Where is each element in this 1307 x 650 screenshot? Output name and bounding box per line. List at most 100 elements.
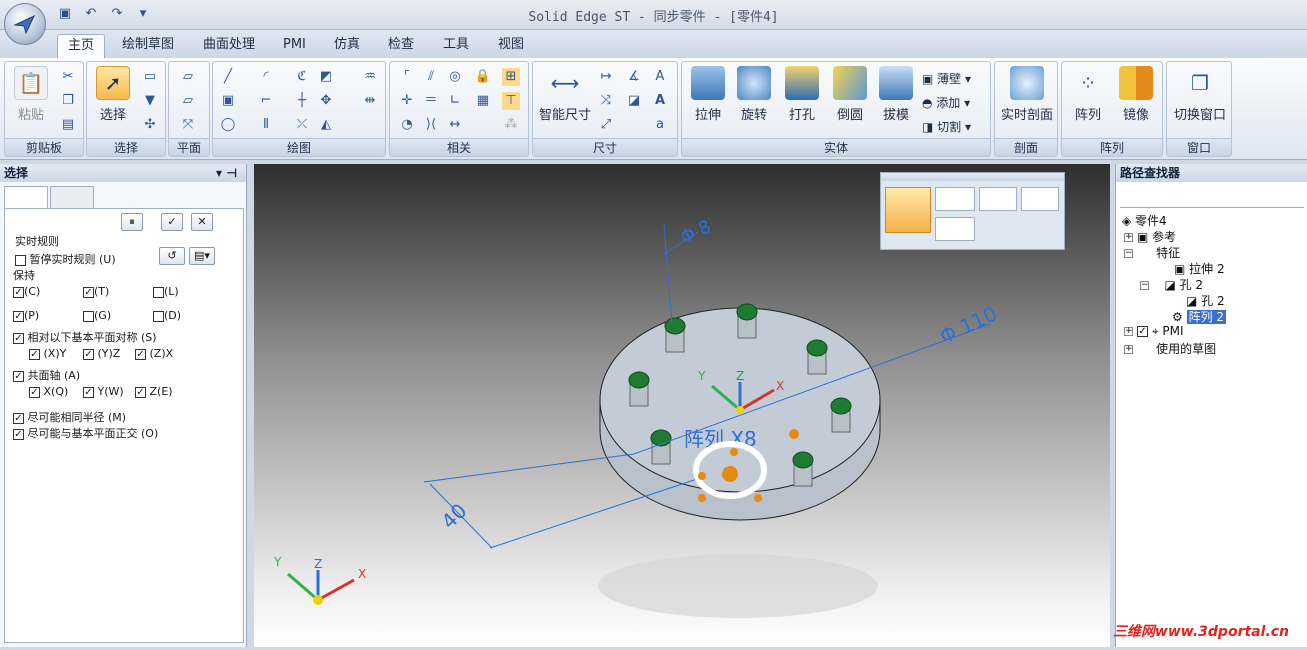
plane-offset-icon[interactable]: ▱ xyxy=(179,92,197,110)
cut-icon[interactable]: ✂ xyxy=(59,68,77,86)
keep-d-checkbox[interactable]: (D) xyxy=(153,309,181,322)
copy-icon[interactable]: ❐ xyxy=(59,92,77,110)
tree-root[interactable]: ◈ 零件4 xyxy=(1122,212,1167,229)
tree-reference[interactable]: + ▣ 参考 xyxy=(1124,228,1176,245)
options-button[interactable]: ▤▾ xyxy=(189,247,215,265)
rectangle-icon[interactable]: ▣ xyxy=(219,92,237,110)
concentric-icon[interactable]: ◎ xyxy=(446,68,464,86)
axis-x-checkbox[interactable]: ✓ X(Q) xyxy=(29,385,68,398)
fill-icon[interactable]: ◩ xyxy=(317,68,335,86)
filter-icon[interactable]: ▼ xyxy=(141,92,159,110)
dim-length-text[interactable]: 40 xyxy=(437,499,472,534)
angle-icon[interactable]: ∡ xyxy=(625,68,643,86)
plane-icon[interactable]: ▱ xyxy=(179,68,197,86)
tree-hole[interactable]: − ◪ 孔 2 xyxy=(1140,276,1203,293)
symmetric-checkbox[interactable]: ✓ 相对以下基本平面对称 (S) xyxy=(13,329,157,345)
keep-l-checkbox[interactable]: (L) xyxy=(153,285,179,298)
dim-diameter-text[interactable]: Φ 110 xyxy=(936,301,1001,348)
offset-icon[interactable]: ⫴ xyxy=(257,116,275,134)
copy-mode-button[interactable] xyxy=(979,187,1017,211)
hole-button[interactable]: 打孔 xyxy=(780,66,824,123)
connect-icon[interactable]: ⌜ xyxy=(398,68,416,86)
pattern-button[interactable]: ⁘ 阵列 xyxy=(1066,66,1110,123)
text-small-icon[interactable]: a xyxy=(651,116,669,134)
command-bar-grip[interactable] xyxy=(881,173,1064,181)
select-button[interactable]: ➚ 选择 xyxy=(91,66,135,123)
chain-dim-icon[interactable]: ⤢ xyxy=(597,116,615,134)
tab-tools[interactable]: 工具 xyxy=(433,34,479,58)
tab-view[interactable]: 视图 xyxy=(488,34,534,58)
fillet-icon[interactable]: ⌐ xyxy=(257,92,275,110)
paste-button[interactable]: 📋 粘贴 xyxy=(9,66,53,123)
smart-dimension-button[interactable]: ⟷ 智能尺寸 xyxy=(537,66,593,123)
revolve-button[interactable]: 旋转 xyxy=(732,66,776,123)
mirror-sketch-icon[interactable]: ◭ xyxy=(317,116,335,134)
horizontal-icon[interactable]: ↔ xyxy=(446,116,464,134)
tab-rules[interactable] xyxy=(4,186,48,208)
tree-pmi[interactable]: + ✓ ⌖ PMI xyxy=(1124,324,1184,339)
axis-z-checkbox[interactable]: ✓ Z(E) xyxy=(135,385,173,398)
coordinate-icon[interactable]: ⤧ xyxy=(179,116,197,134)
distance-icon[interactable]: ↦ xyxy=(597,68,615,86)
draft-button[interactable]: 拔模 xyxy=(874,66,918,123)
keypoint-dropdown[interactable] xyxy=(935,187,975,211)
tree-sketches[interactable]: + 使用的草图 xyxy=(1124,340,1216,357)
keep-p-checkbox[interactable]: ✓(P) xyxy=(13,309,39,322)
select-tool-icon[interactable]: ✣ xyxy=(141,116,159,134)
tab-pmi[interactable]: PMI xyxy=(273,34,316,58)
select-box-icon[interactable]: ▭ xyxy=(141,68,159,86)
panel-pin-icon[interactable]: ▾ ⊣ xyxy=(216,164,237,182)
tree-hole-child[interactable]: ◪ 孔 2 xyxy=(1186,292,1225,309)
equal-icon[interactable]: ＝ xyxy=(422,92,440,110)
move-icon[interactable]: ✥ xyxy=(317,92,335,110)
round-button[interactable]: 倒圆 xyxy=(828,66,872,123)
tab-sketch[interactable]: 绘制草图 xyxy=(112,34,184,58)
add-button[interactable]: ◓ 添加 ▾ xyxy=(922,94,970,111)
arc-icon[interactable]: ◜ xyxy=(257,68,275,86)
extrude-button[interactable]: 拉伸 xyxy=(686,66,730,123)
application-button[interactable] xyxy=(4,3,46,45)
axis-y-checkbox[interactable]: ✓ Y(W) xyxy=(83,385,124,398)
close-button[interactable]: ✕ xyxy=(191,213,213,231)
tab-home[interactable]: 主页 xyxy=(57,34,106,58)
tree-features[interactable]: − 特征 xyxy=(1124,244,1180,261)
live-section-button[interactable]: 实时剖面 xyxy=(997,66,1057,123)
orthogonal-checkbox[interactable]: ✓ 尽可能与基本平面正交 (O) xyxy=(13,425,158,441)
relate-handles-icon[interactable]: ⊤ xyxy=(502,92,520,110)
keep-t-checkbox[interactable]: ✓(T) xyxy=(83,285,109,298)
keep-c-checkbox[interactable]: ✓(C) xyxy=(13,285,40,298)
text-bold-icon[interactable]: A xyxy=(651,92,669,110)
switch-window-button[interactable]: ❐ 切换窗口 xyxy=(1171,66,1229,123)
tree-extrude[interactable]: ▣ 拉伸 2 xyxy=(1174,260,1225,277)
cut-button[interactable]: ◨ 切割 ▾ xyxy=(922,118,971,135)
tab-add[interactable] xyxy=(50,186,94,208)
mirror-button[interactable]: 镜像 xyxy=(1114,66,1158,123)
point-on-icon[interactable]: ✛ xyxy=(398,92,416,110)
pause-rules-checkbox[interactable]: 暂停实时规则 (U) xyxy=(15,251,116,267)
curve-icon[interactable]: ♒ xyxy=(361,68,379,86)
pause-button[interactable]: ⏸ xyxy=(121,213,143,231)
circle-icon[interactable]: ◯ xyxy=(219,116,237,134)
line-icon[interactable]: ╱ xyxy=(219,68,237,86)
same-radius-checkbox[interactable]: ✓ 尽可能相同半径 (M) xyxy=(13,409,126,425)
maintain-icon[interactable]: ⁂ xyxy=(502,116,520,134)
relate-on-icon[interactable]: ⊞ xyxy=(502,68,520,86)
text-icon[interactable]: A xyxy=(651,68,669,86)
extend-icon[interactable]: ⇹ xyxy=(361,92,379,110)
keep-g-checkbox[interactable]: (G) xyxy=(83,309,111,322)
accept-button[interactable]: ✓ xyxy=(161,213,183,231)
sym-yz-checkbox[interactable]: ✓ (Y)Z xyxy=(83,347,120,360)
tab-inspect[interactable]: 检查 xyxy=(378,34,424,58)
sym-zx-checkbox[interactable]: ✓ (Z)X xyxy=(135,347,173,360)
tree-pattern[interactable]: ⚙ 阵列 2 xyxy=(1172,308,1227,325)
selection-dropdown[interactable] xyxy=(935,217,975,241)
lock-icon[interactable]: 🔒 xyxy=(474,68,492,86)
format-painter-icon[interactable]: ▤ xyxy=(59,116,77,134)
symmetric-icon[interactable]: ⟩⟨ xyxy=(422,116,440,134)
project-icon[interactable]: ⤫ xyxy=(293,116,311,134)
dim-hole-text[interactable]: Φ 8 xyxy=(677,216,714,248)
perpendicular-icon[interactable]: ∟ xyxy=(446,92,464,110)
intersect-icon[interactable]: ┼ xyxy=(293,92,311,110)
sym-xy-checkbox[interactable]: ✓ (X)Y xyxy=(29,347,66,360)
detach-button[interactable] xyxy=(1021,187,1059,211)
